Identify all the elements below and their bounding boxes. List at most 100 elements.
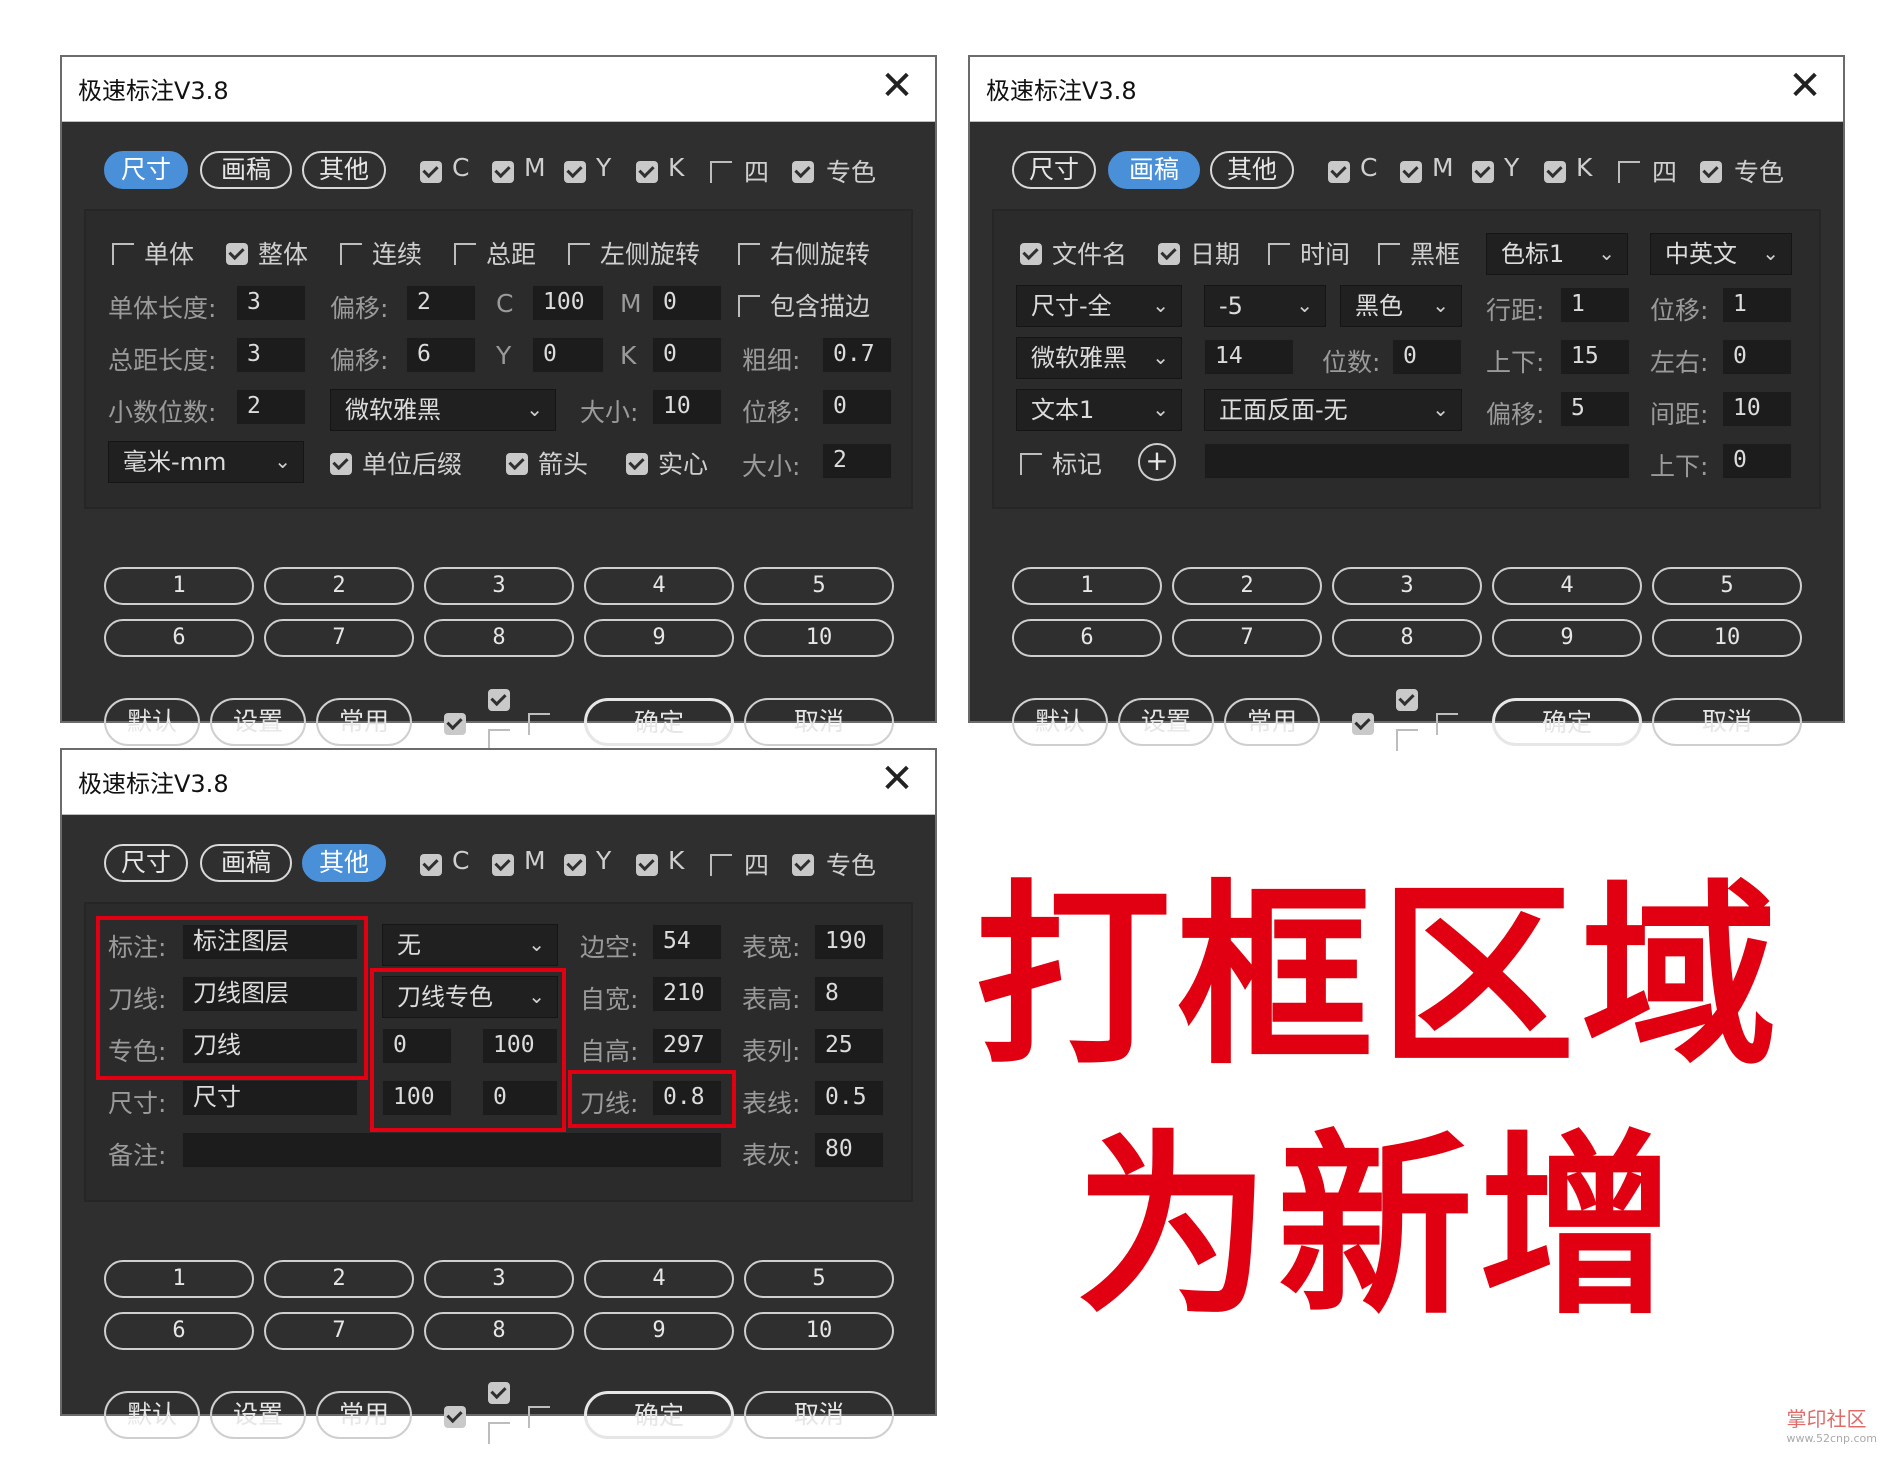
check-filename[interactable]	[1020, 243, 1042, 265]
check-extra-3[interactable]	[1396, 729, 1418, 751]
number-button-8[interactable]: 8	[1332, 619, 1482, 657]
line-spacing-input[interactable]: 1	[1560, 287, 1630, 323]
check-four[interactable]	[710, 161, 732, 183]
ok-button[interactable]: 确定	[584, 698, 734, 746]
number-button-4[interactable]: 4	[584, 1260, 734, 1298]
number-button-7[interactable]: 7	[264, 1312, 414, 1350]
number-button-6[interactable]: 6	[104, 1312, 254, 1350]
number-button-7[interactable]: 7	[264, 619, 414, 657]
check-extra-1[interactable]	[444, 1406, 466, 1428]
number-button-10[interactable]: 10	[744, 619, 894, 657]
cancel-button[interactable]: 取消	[1652, 698, 1802, 746]
offset-input[interactable]: 5	[1560, 391, 1630, 427]
language-select[interactable]: 中英文 ⌄	[1650, 233, 1792, 275]
offset2-input[interactable]: 6	[406, 337, 476, 373]
tab-size[interactable]: 尺寸	[104, 151, 188, 189]
check-extra-4[interactable]	[528, 1406, 550, 1428]
none-select[interactable]: 无 ⌄	[382, 924, 558, 966]
check-continuous[interactable]	[340, 243, 362, 265]
check-include-stroke[interactable]	[738, 295, 760, 317]
check-spot[interactable]	[792, 854, 814, 876]
digits-input[interactable]: 0	[1392, 339, 1462, 375]
offset-select[interactable]: -5 ⌄	[1204, 285, 1326, 327]
mark-input[interactable]	[1204, 443, 1630, 479]
settings-button[interactable]: 设置	[210, 698, 306, 746]
check-c[interactable]	[420, 854, 442, 876]
number-button-2[interactable]: 2	[264, 1260, 414, 1298]
check-c[interactable]	[1328, 161, 1350, 183]
tab-size[interactable]: 尺寸	[1012, 151, 1096, 189]
settings-button[interactable]: 设置	[1118, 698, 1214, 746]
color-select[interactable]: 黑色 ⌄	[1340, 285, 1462, 327]
default-button[interactable]: 默认	[1012, 698, 1108, 746]
check-m[interactable]	[492, 161, 514, 183]
check-m[interactable]	[492, 854, 514, 876]
thickness-input[interactable]: 0.7	[822, 337, 892, 373]
self-height-input[interactable]: 297	[652, 1028, 722, 1064]
check-extra-1[interactable]	[444, 713, 466, 735]
decimals-input[interactable]: 2	[236, 389, 306, 425]
updown2-input[interactable]: 0	[1722, 443, 1792, 479]
tab-draft[interactable]: 画稿	[1108, 151, 1200, 189]
check-y[interactable]	[564, 161, 586, 183]
check-m[interactable]	[1400, 161, 1422, 183]
tab-other[interactable]: 其他	[1210, 151, 1294, 189]
check-whole[interactable]	[226, 243, 248, 265]
number-button-1[interactable]: 1	[1012, 567, 1162, 605]
number-button-4[interactable]: 4	[584, 567, 734, 605]
add-icon[interactable]: +	[1138, 443, 1176, 481]
y-value-input[interactable]: 0	[532, 337, 604, 373]
check-spot[interactable]	[792, 161, 814, 183]
number-button-3[interactable]: 3	[424, 1260, 574, 1298]
common-button[interactable]: 常用	[316, 1391, 412, 1439]
self-width-input[interactable]: 210	[652, 976, 722, 1012]
check-single[interactable]	[112, 243, 134, 265]
check-extra-2[interactable]	[1396, 689, 1418, 711]
ok-button[interactable]: 确定	[1492, 698, 1642, 746]
text-select[interactable]: 文本1 ⌄	[1016, 389, 1182, 431]
check-time[interactable]	[1268, 243, 1290, 265]
note-input[interactable]	[182, 1132, 722, 1168]
size-input[interactable]: 尺寸	[182, 1080, 358, 1116]
number-button-6[interactable]: 6	[104, 619, 254, 657]
close-icon[interactable]: ✕	[877, 63, 917, 109]
table-cols-input[interactable]: 25	[814, 1028, 884, 1064]
leftright-input[interactable]: 0	[1722, 339, 1792, 375]
number-button-6[interactable]: 6	[1012, 619, 1162, 657]
gap-input[interactable]: 10	[1722, 391, 1792, 427]
check-mark[interactable]	[1020, 453, 1042, 475]
check-k[interactable]	[636, 854, 658, 876]
number-button-1[interactable]: 1	[104, 567, 254, 605]
offset1-input[interactable]: 2	[406, 285, 476, 321]
table-width-input[interactable]: 190	[814, 924, 884, 960]
margin-input[interactable]: 54	[652, 924, 722, 960]
number-button-8[interactable]: 8	[424, 619, 574, 657]
settings-button[interactable]: 设置	[210, 1391, 306, 1439]
check-k[interactable]	[1544, 161, 1566, 183]
check-extra-2[interactable]	[488, 1382, 510, 1404]
size2-input[interactable]: 2	[822, 443, 892, 479]
cancel-button[interactable]: 取消	[744, 1391, 894, 1439]
color-mark-select[interactable]: 色标1 ⌄	[1486, 233, 1628, 275]
m-value-input[interactable]: 0	[652, 285, 722, 321]
common-button[interactable]: 常用	[1224, 698, 1320, 746]
side-select[interactable]: 正面反面-无 ⌄	[1204, 389, 1462, 431]
c-value-input[interactable]: 100	[532, 285, 604, 321]
number-button-2[interactable]: 2	[1172, 567, 1322, 605]
check-total[interactable]	[454, 243, 476, 265]
size-input[interactable]: 10	[652, 389, 722, 425]
total-length-input[interactable]: 3	[236, 337, 306, 373]
cancel-button[interactable]: 取消	[744, 698, 894, 746]
number-button-5[interactable]: 5	[744, 567, 894, 605]
tab-other[interactable]: 其他	[302, 151, 386, 189]
number-button-4[interactable]: 4	[1492, 567, 1642, 605]
check-four[interactable]	[710, 854, 732, 876]
k-value-input[interactable]: 0	[652, 337, 722, 373]
font-select[interactable]: 微软雅黑 ⌄	[330, 389, 556, 431]
check-four[interactable]	[1618, 161, 1640, 183]
ok-button[interactable]: 确定	[584, 1391, 734, 1439]
number-button-3[interactable]: 3	[424, 567, 574, 605]
check-extra-2[interactable]	[488, 689, 510, 711]
common-button[interactable]: 常用	[316, 698, 412, 746]
close-icon[interactable]: ✕	[1785, 63, 1825, 109]
